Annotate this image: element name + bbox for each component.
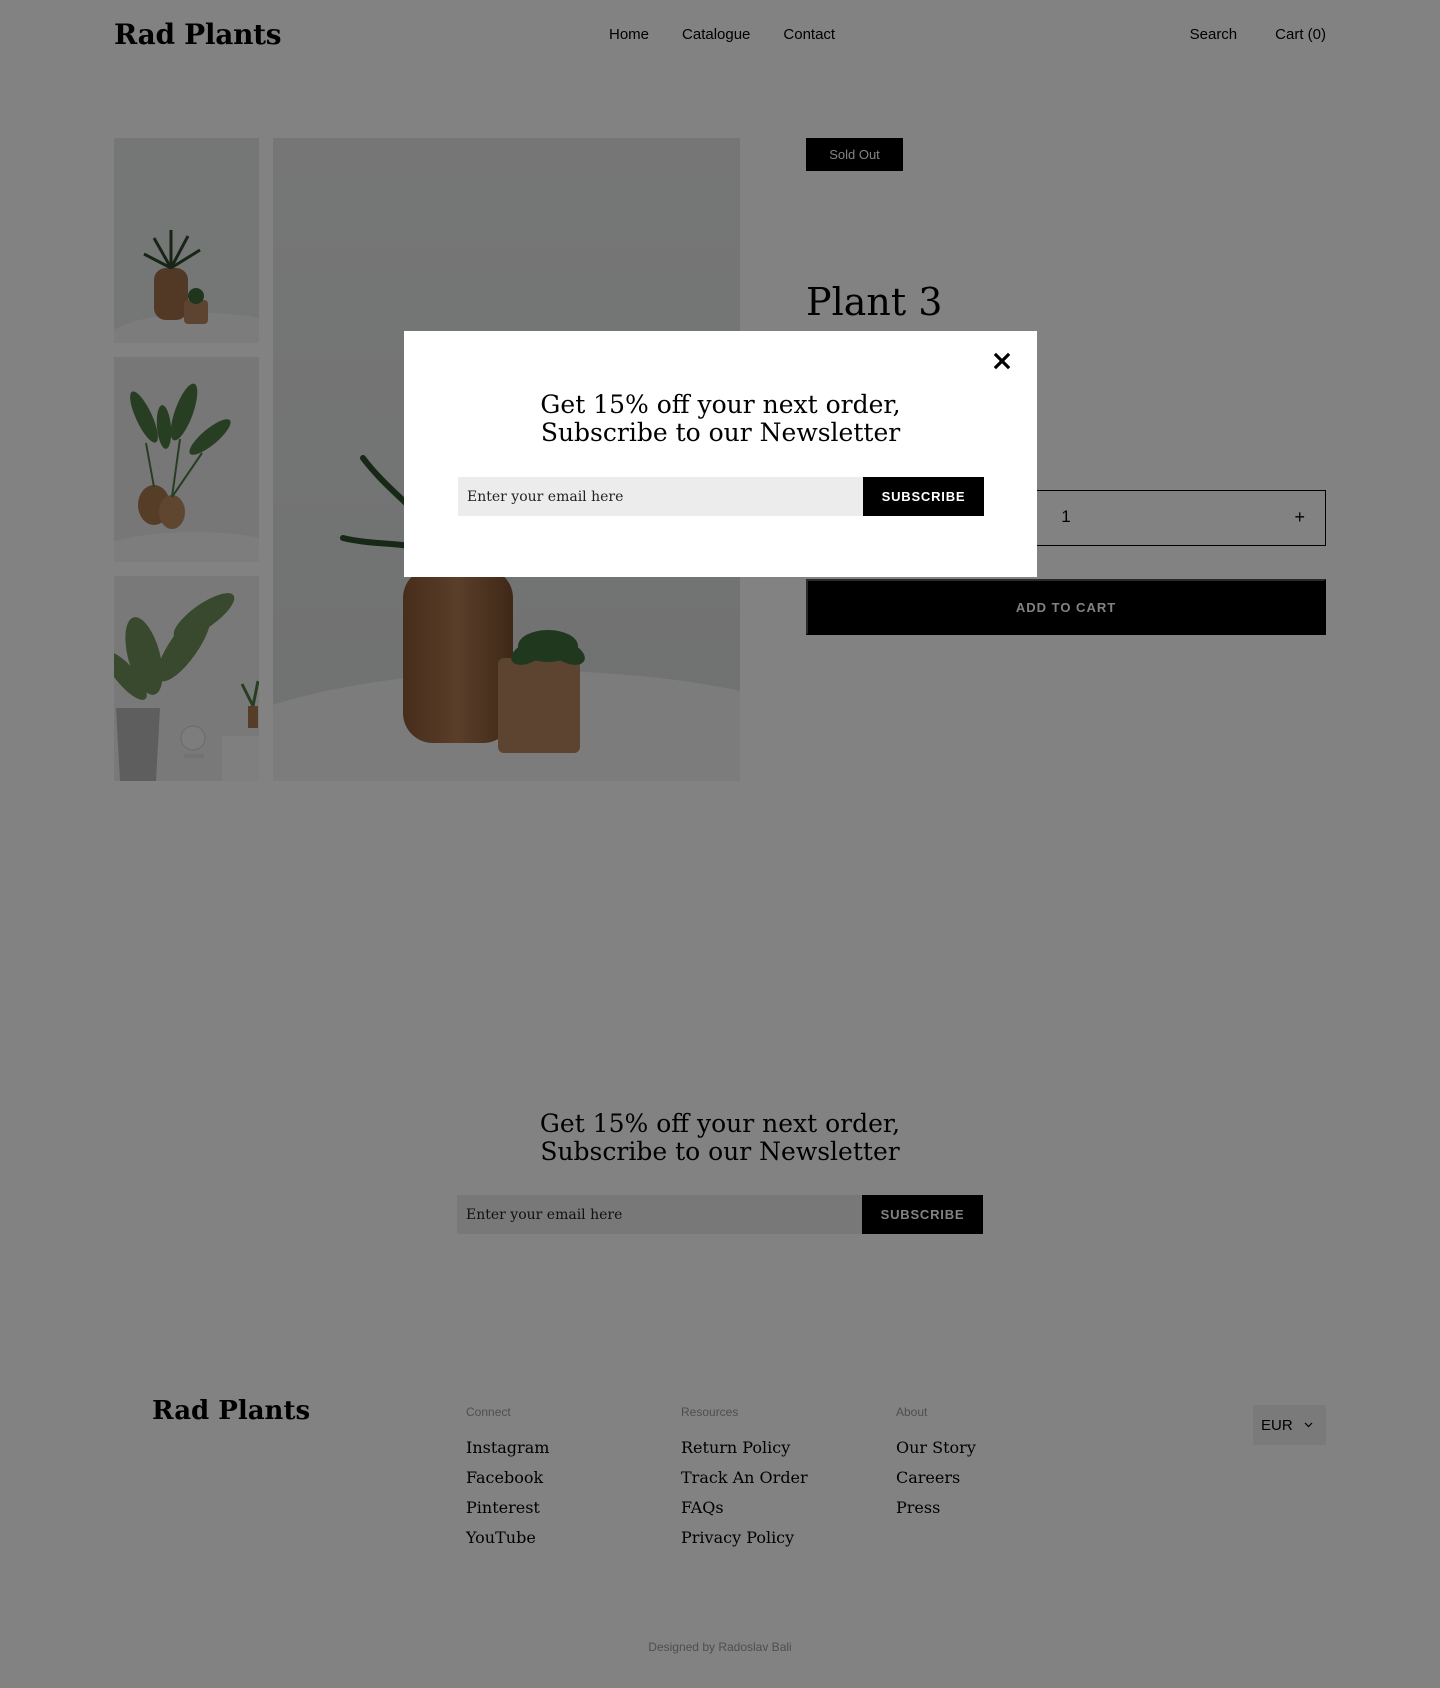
newsletter-modal: Get 15% off your next order, Subscribe t… (404, 331, 1037, 577)
modal-backdrop[interactable] (0, 0, 1440, 1688)
modal-newsletter-form: SUBSCRIBE (458, 477, 984, 516)
modal-heading: Get 15% off your next order, Subscribe t… (404, 391, 1037, 447)
modal-heading-line-1: Get 15% off your next order, (540, 390, 901, 419)
close-icon[interactable] (990, 349, 1014, 373)
modal-subscribe-button[interactable]: SUBSCRIBE (863, 477, 984, 516)
modal-heading-line-2: Subscribe to our Newsletter (540, 418, 901, 447)
modal-email-input[interactable] (458, 477, 863, 516)
